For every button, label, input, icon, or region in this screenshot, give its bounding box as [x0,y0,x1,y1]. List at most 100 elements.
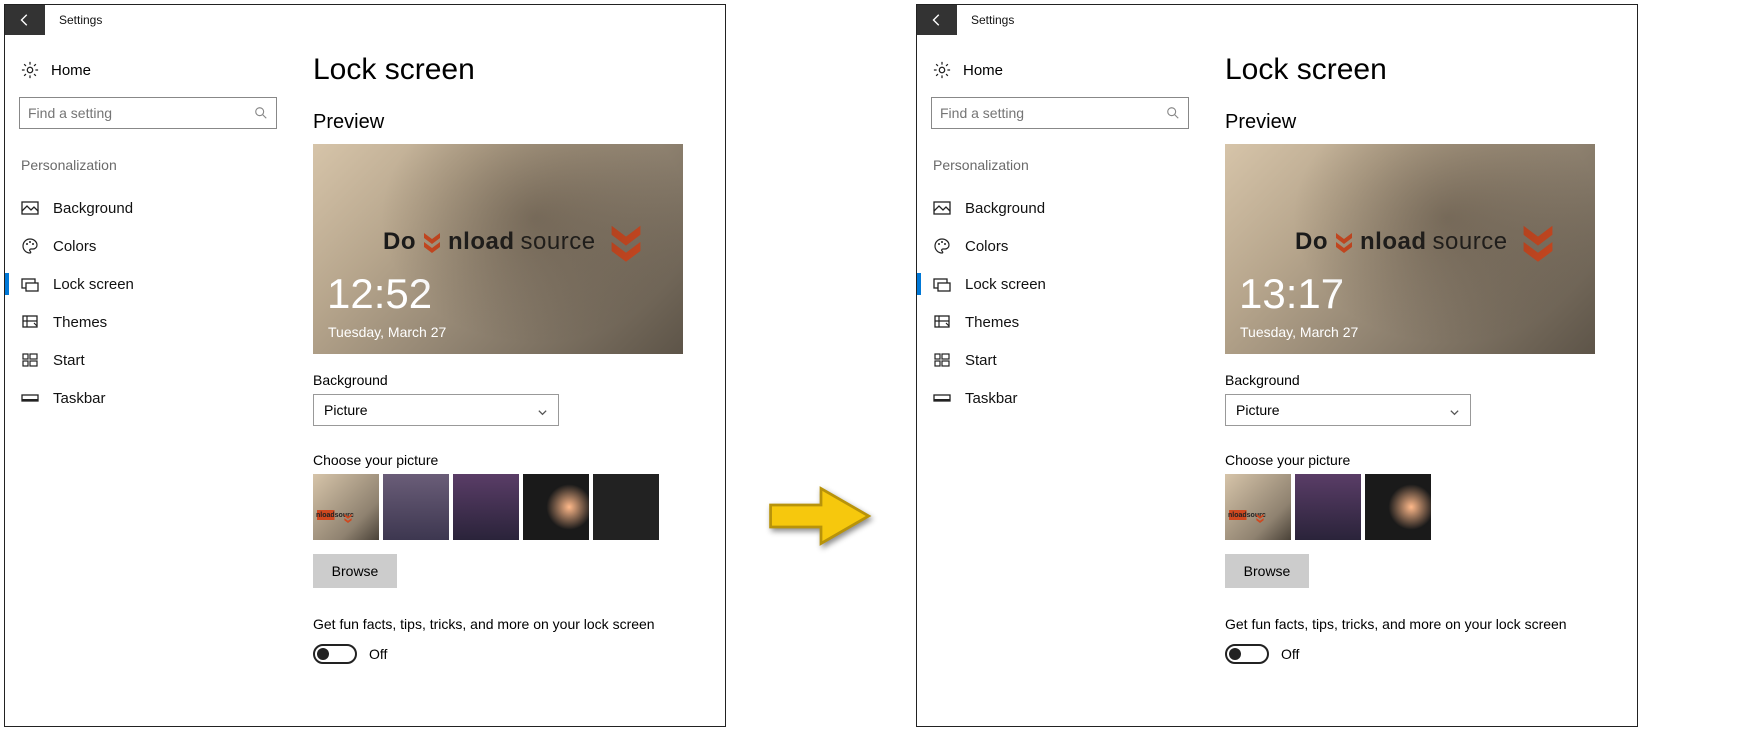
fun-facts-toggle[interactable] [313,644,357,664]
main-content: Lock screen Preview Donloadsource 12:52 … [289,53,711,726]
search-field[interactable] [940,105,1166,121]
taskbar-icon [21,389,39,407]
toggle-state: Off [1281,646,1299,662]
background-dropdown[interactable]: Picture [313,394,559,426]
transition-arrow [766,476,876,556]
picture-thumb[interactable] [1365,474,1431,540]
choose-picture-label: Choose your picture [313,452,711,468]
picture-thumb[interactable] [453,474,519,540]
picture-thumb[interactable] [593,474,659,540]
section-label: Personalization [931,157,1201,173]
fun-facts-label: Get fun facts, tips, tricks, and more on… [313,616,711,632]
window-title: Settings [45,5,116,35]
browse-button[interactable]: Browse [1225,554,1309,588]
gear-icon [933,61,951,79]
chevron-down-icon [422,231,442,253]
nav-label: Background [965,200,1045,217]
nav-taskbar[interactable]: Taskbar [931,379,1201,417]
nav-label: Taskbar [53,390,106,407]
nav-label: Themes [965,314,1019,331]
background-label: Background [1225,372,1623,388]
picture-thumbnails: nloadsourc [313,474,711,540]
nav-start[interactable]: Start [19,341,289,379]
picture-icon [933,199,951,217]
nav-lock-screen[interactable]: Lock screen [19,265,289,303]
nav-start[interactable]: Start [931,341,1201,379]
chevron-down-icon [608,222,644,262]
themes-icon [933,313,951,331]
picture-icon [21,199,39,217]
browse-button[interactable]: Browse [313,554,397,588]
nav-label: Start [965,352,997,369]
search-icon [254,106,268,120]
background-label: Background [313,372,711,388]
fun-facts-toggle[interactable] [1225,644,1269,664]
preview-brand-logo: Donloadsource [383,222,663,262]
lock-screen-preview: Donloadsource 12:52 Tuesday, March 27 [313,144,683,354]
nav-themes[interactable]: Themes [19,303,289,341]
nav-background[interactable]: Background [931,189,1201,227]
dropdown-value: Picture [324,402,368,418]
picture-thumb[interactable] [1295,474,1361,540]
home-label: Home [963,62,1003,79]
home-label: Home [51,62,91,79]
picture-thumb[interactable] [523,474,589,540]
picture-thumb[interactable] [383,474,449,540]
picture-thumbnails: nloadsourc [1225,474,1623,540]
themes-icon [21,313,39,331]
settings-window-right: Settings Home Personalization Background [916,4,1638,727]
home-button[interactable]: Home [19,53,289,97]
start-icon [21,351,39,369]
settings-window-left: Settings Home Personalization Background [4,4,726,727]
nav-label: Lock screen [53,276,134,293]
preview-time: 12:52 [327,270,432,318]
search-field[interactable] [28,105,254,121]
nav-label: Themes [53,314,107,331]
titlebar: Settings [5,5,725,35]
nav-label: Start [53,352,85,369]
nav-themes[interactable]: Themes [931,303,1201,341]
nav-lock-screen[interactable]: Lock screen [931,265,1201,303]
nav-taskbar[interactable]: Taskbar [19,379,289,417]
chevron-down-icon [1334,231,1354,253]
preview-brand-logo: Donloadsource [1295,222,1575,262]
palette-icon [21,237,39,255]
nav-colors[interactable]: Colors [931,227,1201,265]
fun-facts-label: Get fun facts, tips, tricks, and more on… [1225,616,1623,632]
back-button[interactable] [5,5,45,35]
search-input[interactable] [931,97,1189,129]
main-content: Lock screen Preview Donloadsource 13:17 … [1201,53,1623,726]
page-title: Lock screen [1225,53,1623,87]
start-icon [933,351,951,369]
chevron-down-icon [1520,222,1556,262]
chevron-down-icon [1449,405,1460,416]
page-title: Lock screen [313,53,711,87]
nav-label: Colors [965,238,1008,255]
dropdown-value: Picture [1236,402,1280,418]
gear-icon [21,61,39,79]
titlebar: Settings [917,5,1637,35]
lock-screen-preview: Donloadsource 13:17 Tuesday, March 27 [1225,144,1595,354]
sidebar: Home Personalization Background Colors L… [931,53,1201,726]
chevron-down-icon [537,405,548,416]
nav-label: Background [53,200,133,217]
home-button[interactable]: Home [931,53,1201,97]
taskbar-icon [933,389,951,407]
picture-thumb[interactable]: nloadsourc [313,474,379,540]
back-button[interactable] [917,5,957,35]
lock-screen-icon [21,275,39,293]
nav-label: Lock screen [965,276,1046,293]
sidebar: Home Personalization Background Colors L… [19,53,289,726]
nav-colors[interactable]: Colors [19,227,289,265]
preview-heading: Preview [1225,111,1623,134]
background-dropdown[interactable]: Picture [1225,394,1471,426]
preview-heading: Preview [313,111,711,134]
toggle-state: Off [369,646,387,662]
lock-screen-icon [933,275,951,293]
section-label: Personalization [19,157,289,173]
picture-thumb[interactable]: nloadsourc [1225,474,1291,540]
search-icon [1166,106,1180,120]
nav-background[interactable]: Background [19,189,289,227]
window-title: Settings [957,5,1028,35]
search-input[interactable] [19,97,277,129]
